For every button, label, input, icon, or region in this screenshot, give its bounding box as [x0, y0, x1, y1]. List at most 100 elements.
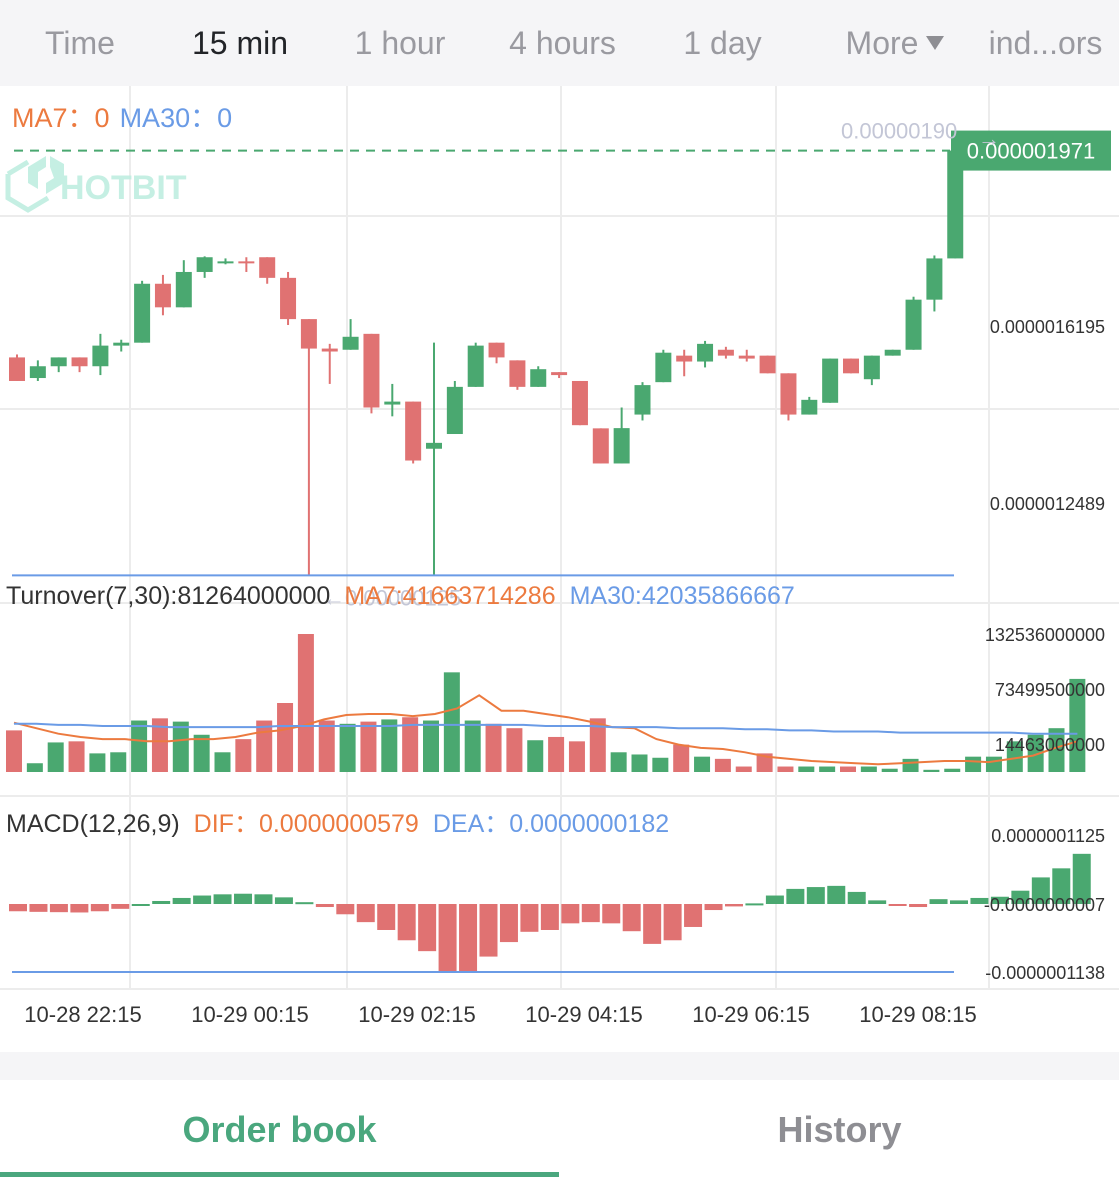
candle-body — [342, 336, 359, 350]
turnover-bars — [6, 634, 1086, 772]
turnover-bar — [464, 720, 481, 772]
ma30-value: 0 — [217, 103, 232, 133]
macd-bar — [29, 904, 48, 912]
kline-chart[interactable]: HOTBIT MA7：0 MA30：0 0.000001971 0.0000019… — [0, 86, 1119, 1052]
macd-bar — [111, 904, 130, 909]
max-price-annotation: 0.00000190 — [841, 119, 957, 144]
macd-bar — [438, 904, 457, 972]
macd-bar — [397, 904, 416, 941]
candle-body — [29, 366, 46, 379]
tab-1-day[interactable]: 1 day — [655, 0, 790, 86]
candle-body — [426, 442, 442, 449]
macd-legend: MACD(12,26,9) DIF：0.0000000579 DEA：0.00000… — [6, 810, 669, 838]
tab-15-min[interactable]: 15 min — [165, 0, 315, 86]
macd-bar — [315, 904, 334, 908]
tab-order-book[interactable]: Order book — [0, 1080, 559, 1180]
candle-body — [676, 355, 693, 362]
turnover-bar — [777, 766, 794, 772]
turnover-bar — [965, 756, 982, 772]
macd-bar — [459, 904, 478, 972]
candle-body — [926, 258, 943, 300]
turnover-bar — [172, 721, 189, 772]
price-ma-legend: MA7：0 MA30：0 — [12, 103, 232, 133]
candle-body — [446, 386, 463, 435]
tab-time[interactable]: Time — [10, 0, 150, 86]
macd-bar — [602, 904, 621, 924]
candle-body — [217, 261, 234, 264]
macd-bar — [765, 895, 784, 904]
macd-bar — [909, 904, 928, 908]
macd-dif-label: DIF： — [194, 810, 259, 838]
candle-body — [71, 357, 88, 367]
candle-body — [196, 257, 213, 272]
turnover-legend-main: Turnover(7,30):81264000000 — [6, 582, 330, 610]
macd-bar — [827, 885, 846, 904]
macd-bar — [193, 895, 212, 904]
turnover-bar — [89, 753, 106, 772]
candle-body — [884, 349, 901, 356]
candle-body — [321, 348, 338, 352]
turnover-bar — [235, 739, 252, 772]
turnover-bar — [506, 728, 523, 772]
macd-bar — [377, 904, 396, 930]
turnover-bar — [902, 758, 919, 772]
turnover-bar — [68, 741, 85, 772]
macd-bar — [520, 904, 539, 932]
candle-body — [905, 299, 922, 350]
candle-body — [738, 355, 755, 359]
candle-body — [571, 380, 588, 426]
macd-bar — [704, 904, 723, 911]
turnover-bar — [26, 763, 43, 772]
tab-more-label: More — [845, 25, 919, 61]
tab-1-hour[interactable]: 1 hour — [330, 0, 470, 86]
macd-bar — [581, 904, 600, 923]
turnover-bar — [548, 736, 565, 772]
macd-bar — [9, 904, 27, 912]
candle-body — [259, 257, 276, 278]
candle-body — [592, 428, 609, 464]
time-axis-label: 10-29 02:15 — [358, 1002, 475, 1027]
macd-bar — [70, 904, 89, 913]
candle-body — [530, 369, 547, 387]
macd-bar — [724, 904, 743, 907]
candle-body — [863, 355, 880, 380]
macd-bar — [561, 904, 580, 924]
candle-body — [300, 319, 317, 349]
candle-body — [551, 372, 568, 376]
tab-4-hours[interactable]: 4 hours — [490, 0, 635, 86]
macd-histogram — [9, 853, 1091, 972]
macd-axis-label: -0.0000001138 — [985, 963, 1105, 983]
macd-bar — [274, 897, 293, 904]
candle-body — [113, 342, 130, 346]
turnover-bar — [985, 756, 1002, 772]
turnover-bar — [714, 758, 731, 772]
time-axis-label: 10-29 00:15 — [191, 1002, 308, 1027]
turnover-bar — [443, 672, 460, 772]
turnover-bar — [423, 720, 439, 772]
candle-body — [50, 357, 67, 367]
macd-legend-main: MACD(12,26,9) — [6, 810, 180, 838]
macd-dea-label: DEA： — [433, 810, 509, 838]
macd-bar — [418, 904, 437, 952]
price-axis-label: 0.0000016195 — [990, 317, 1105, 337]
macd-bar — [745, 903, 764, 906]
tab-history[interactable]: History — [560, 1080, 1119, 1180]
macd-bar — [622, 904, 641, 932]
candle-body — [488, 342, 505, 358]
turnover-bar — [673, 744, 690, 772]
macd-bar — [90, 904, 109, 912]
macd-bar — [540, 904, 559, 930]
time-axis-label: 10-29 04:15 — [525, 1002, 642, 1027]
candle-body — [363, 333, 380, 408]
turnover-axis-label: 73499500000 — [995, 680, 1105, 700]
macd-axis-label: -0.0000000007 — [984, 895, 1105, 915]
turnover-bar — [318, 720, 335, 772]
turnover-bar — [193, 734, 210, 772]
turnover-legend-ma30: MA30:42035866667 — [570, 582, 795, 610]
turnover-bar — [297, 634, 314, 772]
tab-indicators[interactable]: ind...ors — [972, 0, 1119, 86]
macd-bar — [336, 904, 355, 915]
candle-body — [822, 358, 839, 403]
candle-body — [280, 277, 297, 320]
tab-more[interactable]: More — [820, 0, 970, 86]
